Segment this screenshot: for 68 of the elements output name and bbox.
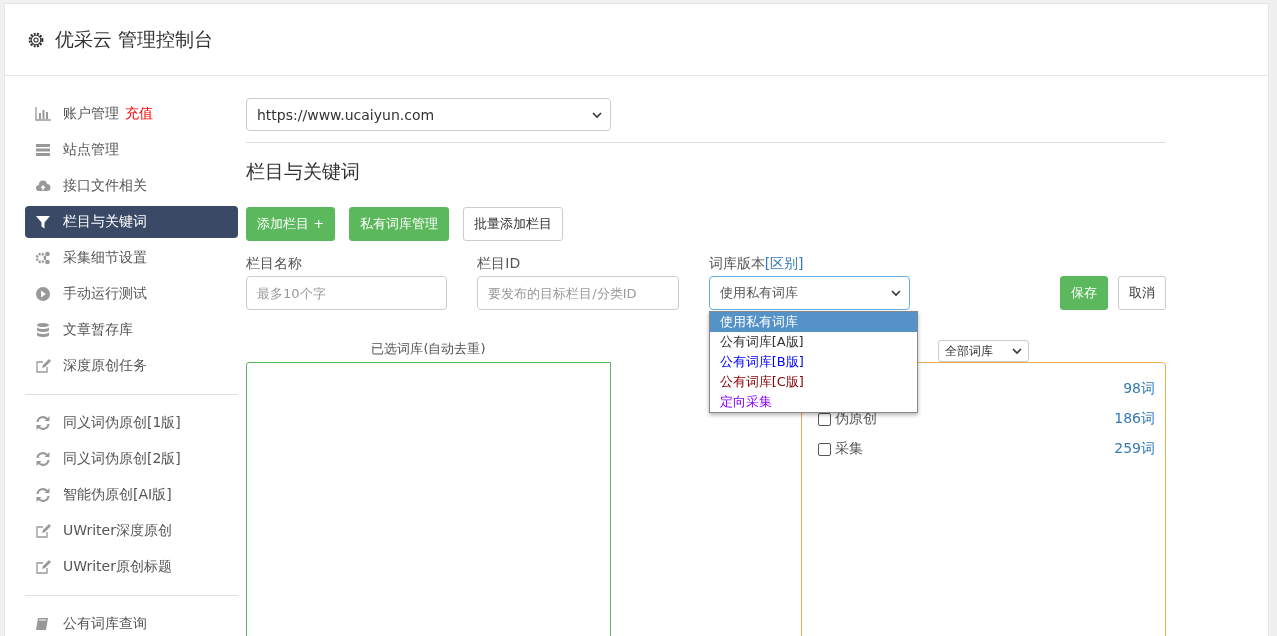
site-select[interactable]: https://www.ucaiyun.com (246, 98, 611, 131)
edit-icon (35, 358, 51, 374)
sidebar-item[interactable]: 栏目与关键词 (25, 206, 238, 238)
sidebar-label: 采集细节设置 (63, 249, 147, 267)
filter-icon (35, 214, 51, 230)
sidebar-item[interactable]: 同义词伪原创[1版] (25, 407, 238, 439)
caret-icon (592, 109, 602, 120)
word-count: 186词 (1114, 410, 1155, 428)
edit-icon (35, 559, 51, 575)
cloud-upload-icon (35, 178, 51, 194)
refresh-icon (35, 415, 51, 431)
name-field[interactable]: 最多10个字 (246, 276, 448, 310)
database-icon (35, 322, 51, 338)
sidebar-label: 栏目与关键词 (63, 213, 147, 231)
bar-chart-icon (35, 106, 51, 122)
word-count: 259词 (1114, 440, 1155, 458)
refresh-icon (35, 487, 51, 503)
server-icon (35, 142, 51, 158)
library-filter-select[interactable]: 全部词库 (938, 340, 1029, 362)
sidebar-item[interactable]: 采集细节设置 (25, 242, 238, 274)
sidebar-label: 站点管理 (63, 141, 119, 159)
version-select[interactable]: 使用私有词库 (708, 276, 910, 310)
sidebar-label: 账户管理 (63, 105, 119, 123)
play-icon (35, 286, 51, 302)
sidebar-label: UWriter深度原创 (63, 522, 172, 540)
dropdown-option[interactable]: 公有词库[B版] (709, 352, 917, 372)
sidebar-item[interactable]: 公有词库查询 (25, 608, 238, 636)
settings-icon (27, 30, 45, 49)
sidebar-label: 智能伪原创[AI版] (63, 486, 172, 504)
edit-icon (35, 523, 51, 539)
refresh-icon (35, 451, 51, 467)
sidebar-label: 同义词伪原创[2版] (63, 450, 181, 468)
sidebar-label: 同义词伪原创[1版] (63, 414, 181, 432)
field-label: 栏目名称 (246, 255, 303, 273)
page-title: 优采云 管理控制台 (55, 26, 214, 52)
sidebar-label: 文章暂存库 (63, 321, 133, 339)
difference-link[interactable]: [区别] (764, 255, 804, 273)
section-title: 栏目与关键词 (246, 159, 361, 184)
sidebar-item[interactable]: UWriter深度原创 (25, 515, 238, 547)
sidebar-label: 公有词库查询 (63, 615, 147, 633)
dropdown-option[interactable]: 定向采集 (709, 392, 917, 412)
book-icon (35, 616, 51, 632)
action-button[interactable]: 批量添加栏目 (463, 207, 564, 241)
cancel-button[interactable]: 取消 (1118, 276, 1166, 310)
caret-icon (1012, 346, 1022, 356)
sidebar-item[interactable]: 文章暂存库 (25, 314, 238, 346)
sidebar-item[interactable]: 智能伪原创[AI版] (25, 479, 238, 511)
dropdown-option[interactable]: 公有词库[A版] (709, 332, 917, 352)
library-checkbox[interactable]: 采集 (818, 440, 863, 458)
sidebar-item[interactable]: 账户管理 充值 (25, 98, 238, 130)
sidebar-item[interactable]: 接口文件相关 (25, 170, 238, 202)
sidebar-label: UWriter原创标题 (63, 558, 172, 576)
sidebar-item[interactable]: 站点管理 (25, 134, 238, 166)
dropdown-option[interactable]: 公有词库[C版] (709, 372, 917, 392)
sidebar-item[interactable]: 深度原创任务 (25, 350, 238, 382)
id-field[interactable]: 要发布的目标栏目/分类ID (477, 276, 679, 310)
sidebar-label: 深度原创任务 (63, 357, 147, 375)
selected-libraries-label: 已选词库(自动去重) (371, 340, 486, 358)
caret-icon (891, 288, 901, 298)
field-label: 词库版本 (708, 255, 765, 273)
recharge-link[interactable]: 充值 (125, 105, 153, 123)
field-label: 栏目ID (477, 255, 522, 273)
sidebar-item[interactable]: UWriter原创标题 (25, 551, 238, 583)
word-count: 98词 (1123, 380, 1155, 398)
sidebar-label: 手动运行测试 (63, 285, 147, 303)
sidebar-item[interactable]: 手动运行测试 (25, 278, 238, 310)
sidebar-label: 接口文件相关 (63, 177, 147, 195)
sidebar-item[interactable]: 同义词伪原创[2版] (25, 443, 238, 475)
